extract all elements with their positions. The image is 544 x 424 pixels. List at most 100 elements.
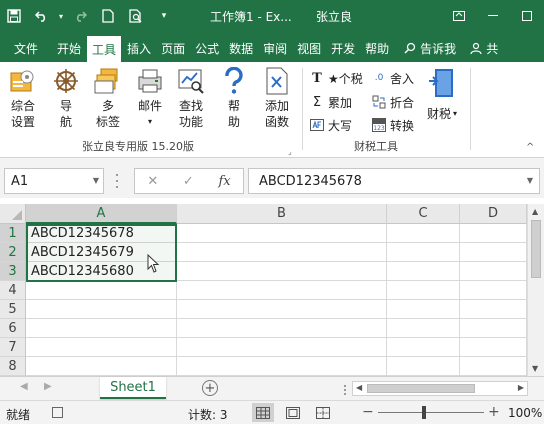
column-header-a[interactable]: A (26, 204, 177, 224)
row-header-2[interactable]: 2 (0, 243, 26, 262)
row-header-6[interactable]: 6 (0, 319, 26, 338)
share-button[interactable]: 共 (470, 34, 498, 62)
tab-insert[interactable]: 插入 (122, 34, 156, 62)
name-box-value: A1 (11, 173, 29, 189)
column-header-d[interactable]: D (460, 204, 527, 224)
tab-home[interactable]: 开始 (52, 34, 86, 62)
tab-help[interactable]: 帮助 (360, 34, 394, 62)
cell-a1[interactable]: ABCD12345678 (28, 224, 134, 243)
tab-formulas[interactable]: 公式 (190, 34, 224, 62)
mail-button[interactable]: 邮件 ▾ (134, 66, 166, 130)
column-header-c[interactable]: C (387, 204, 460, 224)
status-bar: 就绪 计数: 3 − + 100% (0, 400, 544, 424)
select-all-corner[interactable] (0, 204, 26, 224)
group-label-finance: 财税工具 (354, 140, 398, 153)
normal-view-icon[interactable] (252, 403, 274, 422)
gear-settings-icon (8, 66, 38, 96)
convert-rate-button[interactable]: 折合 (372, 93, 414, 111)
horizontal-scrollbar[interactable]: ◀ ▶ (352, 381, 528, 396)
zoom-level[interactable]: 100% (508, 406, 542, 420)
help-button[interactable]: 帮 助 (220, 66, 248, 130)
vertical-scroll-thumb[interactable] (531, 220, 541, 278)
undo-dropdown-icon[interactable]: ▾ (56, 0, 66, 32)
scroll-up-icon[interactable]: ▲ (532, 207, 538, 216)
cell-a3[interactable]: ABCD12345680 (28, 262, 134, 281)
save-icon[interactable] (0, 0, 28, 32)
tell-me-box[interactable]: 告诉我 (404, 34, 456, 62)
number-convert-button[interactable]: 123 转换 (372, 116, 414, 134)
undo-icon[interactable] (28, 0, 56, 32)
navigation-button[interactable]: 导 航 (52, 66, 80, 130)
row-header-3[interactable]: 3 (0, 262, 26, 281)
row-header-5[interactable]: 5 (0, 300, 26, 319)
zoom-in-icon[interactable]: + (488, 404, 500, 420)
ribbon: 综合 设置 导 航 多 标签 邮件 ▾ 查找 功能 帮 助 添加 函数 张立良专… (0, 62, 544, 158)
maximize-icon[interactable] (510, 0, 544, 32)
group-label-toolbox: 张立良专用版 15.20版 (82, 140, 194, 153)
cancel-icon[interactable]: ✕ (147, 174, 158, 189)
tab-view[interactable]: 视图 (292, 34, 326, 62)
tab-data[interactable]: 数据 (224, 34, 258, 62)
insert-function-icon[interactable]: fx (218, 174, 230, 189)
scroll-down-icon[interactable]: ▼ (532, 364, 538, 373)
ribbon-separator (302, 68, 303, 150)
mail-dropdown-icon: ▾ (147, 117, 152, 126)
sheet-next-icon[interactable]: ▶ (44, 381, 52, 392)
user-name[interactable]: 张立良 (316, 8, 352, 25)
formula-input[interactable]: ABCD12345678 ▼ (248, 168, 540, 194)
tab-review[interactable]: 审阅 (258, 34, 292, 62)
rounding-button[interactable]: .0 舍入 (372, 69, 414, 87)
tab-splitter[interactable] (344, 385, 346, 395)
chevron-down-icon[interactable]: ▼ (93, 176, 99, 185)
income-tax-label: ★个税 (328, 71, 363, 86)
formula-bar: A1 ▼ ✕ ✓ fx ABCD12345678 ▼ (0, 164, 544, 198)
formula-splitter[interactable] (114, 172, 120, 190)
tab-toolbox[interactable]: 工具 (86, 35, 123, 62)
comprehensive-settings-button[interactable]: 综合 设置 (8, 66, 38, 130)
zoom-slider-thumb[interactable] (422, 406, 426, 419)
chevron-down-icon[interactable]: ▾ (150, 0, 178, 32)
row-header-1[interactable]: 1 (0, 224, 26, 243)
ribbon-display-icon[interactable] (442, 0, 476, 32)
scroll-right-icon[interactable]: ▶ (518, 383, 524, 392)
name-box[interactable]: A1 ▼ (4, 168, 104, 194)
expand-formula-icon[interactable]: ▼ (527, 176, 533, 185)
add-sheet-icon[interactable]: + (202, 380, 218, 396)
income-tax-button[interactable]: T ★个税 (310, 69, 363, 87)
vertical-scrollbar[interactable]: ▲ ▼ (527, 204, 544, 376)
tab-developer[interactable]: 开发 (326, 34, 360, 62)
multi-tabs-button[interactable]: 多 标签 (92, 66, 124, 130)
tab-page-layout[interactable]: 页面 (156, 34, 190, 62)
page-layout-view-icon[interactable] (282, 403, 304, 422)
zoom-out-icon[interactable]: − (362, 404, 374, 420)
add-function-button[interactable]: 添加 函数 (262, 66, 292, 130)
find-function-button[interactable]: 查找 功能 (176, 66, 206, 130)
share-person-icon (470, 42, 482, 54)
macro-record-icon[interactable] (52, 407, 63, 418)
collapse-ribbon-icon[interactable]: ^ (526, 138, 534, 156)
worksheet-grid[interactable]: A B C D 1 2 3 4 5 6 7 8 ABCD12345678 ABC… (0, 204, 527, 376)
row-header-8[interactable]: 8 (0, 357, 26, 376)
sheet-prev-icon[interactable]: ◀ (20, 381, 28, 392)
print-preview-icon[interactable] (122, 0, 150, 32)
share-label: 共 (486, 41, 499, 56)
find-function-label-1: 查找 (178, 99, 203, 113)
row-header-7[interactable]: 7 (0, 338, 26, 357)
new-file-icon[interactable] (94, 0, 122, 32)
printer-mail-icon (135, 66, 165, 96)
horizontal-scroll-thumb[interactable] (367, 384, 475, 393)
sum-button[interactable]: Σ 累加 (310, 93, 352, 111)
enter-icon[interactable]: ✓ (183, 174, 194, 189)
scroll-left-icon[interactable]: ◀ (356, 383, 362, 392)
uppercase-button[interactable]: 大写 (310, 116, 352, 134)
cell-a2[interactable]: ABCD12345679 (28, 243, 134, 262)
finance-tax-button[interactable]: 财税 ▾ (424, 66, 460, 122)
row-header-4[interactable]: 4 (0, 281, 26, 300)
page-break-view-icon[interactable] (312, 403, 334, 422)
tab-file[interactable]: 文件 (0, 34, 52, 62)
redo-icon[interactable] (66, 0, 94, 32)
sheet-tab-sheet1[interactable]: Sheet1 (100, 377, 166, 399)
zoom-slider[interactable] (378, 412, 484, 413)
column-header-b[interactable]: B (177, 204, 387, 224)
minimize-icon[interactable] (476, 0, 510, 32)
